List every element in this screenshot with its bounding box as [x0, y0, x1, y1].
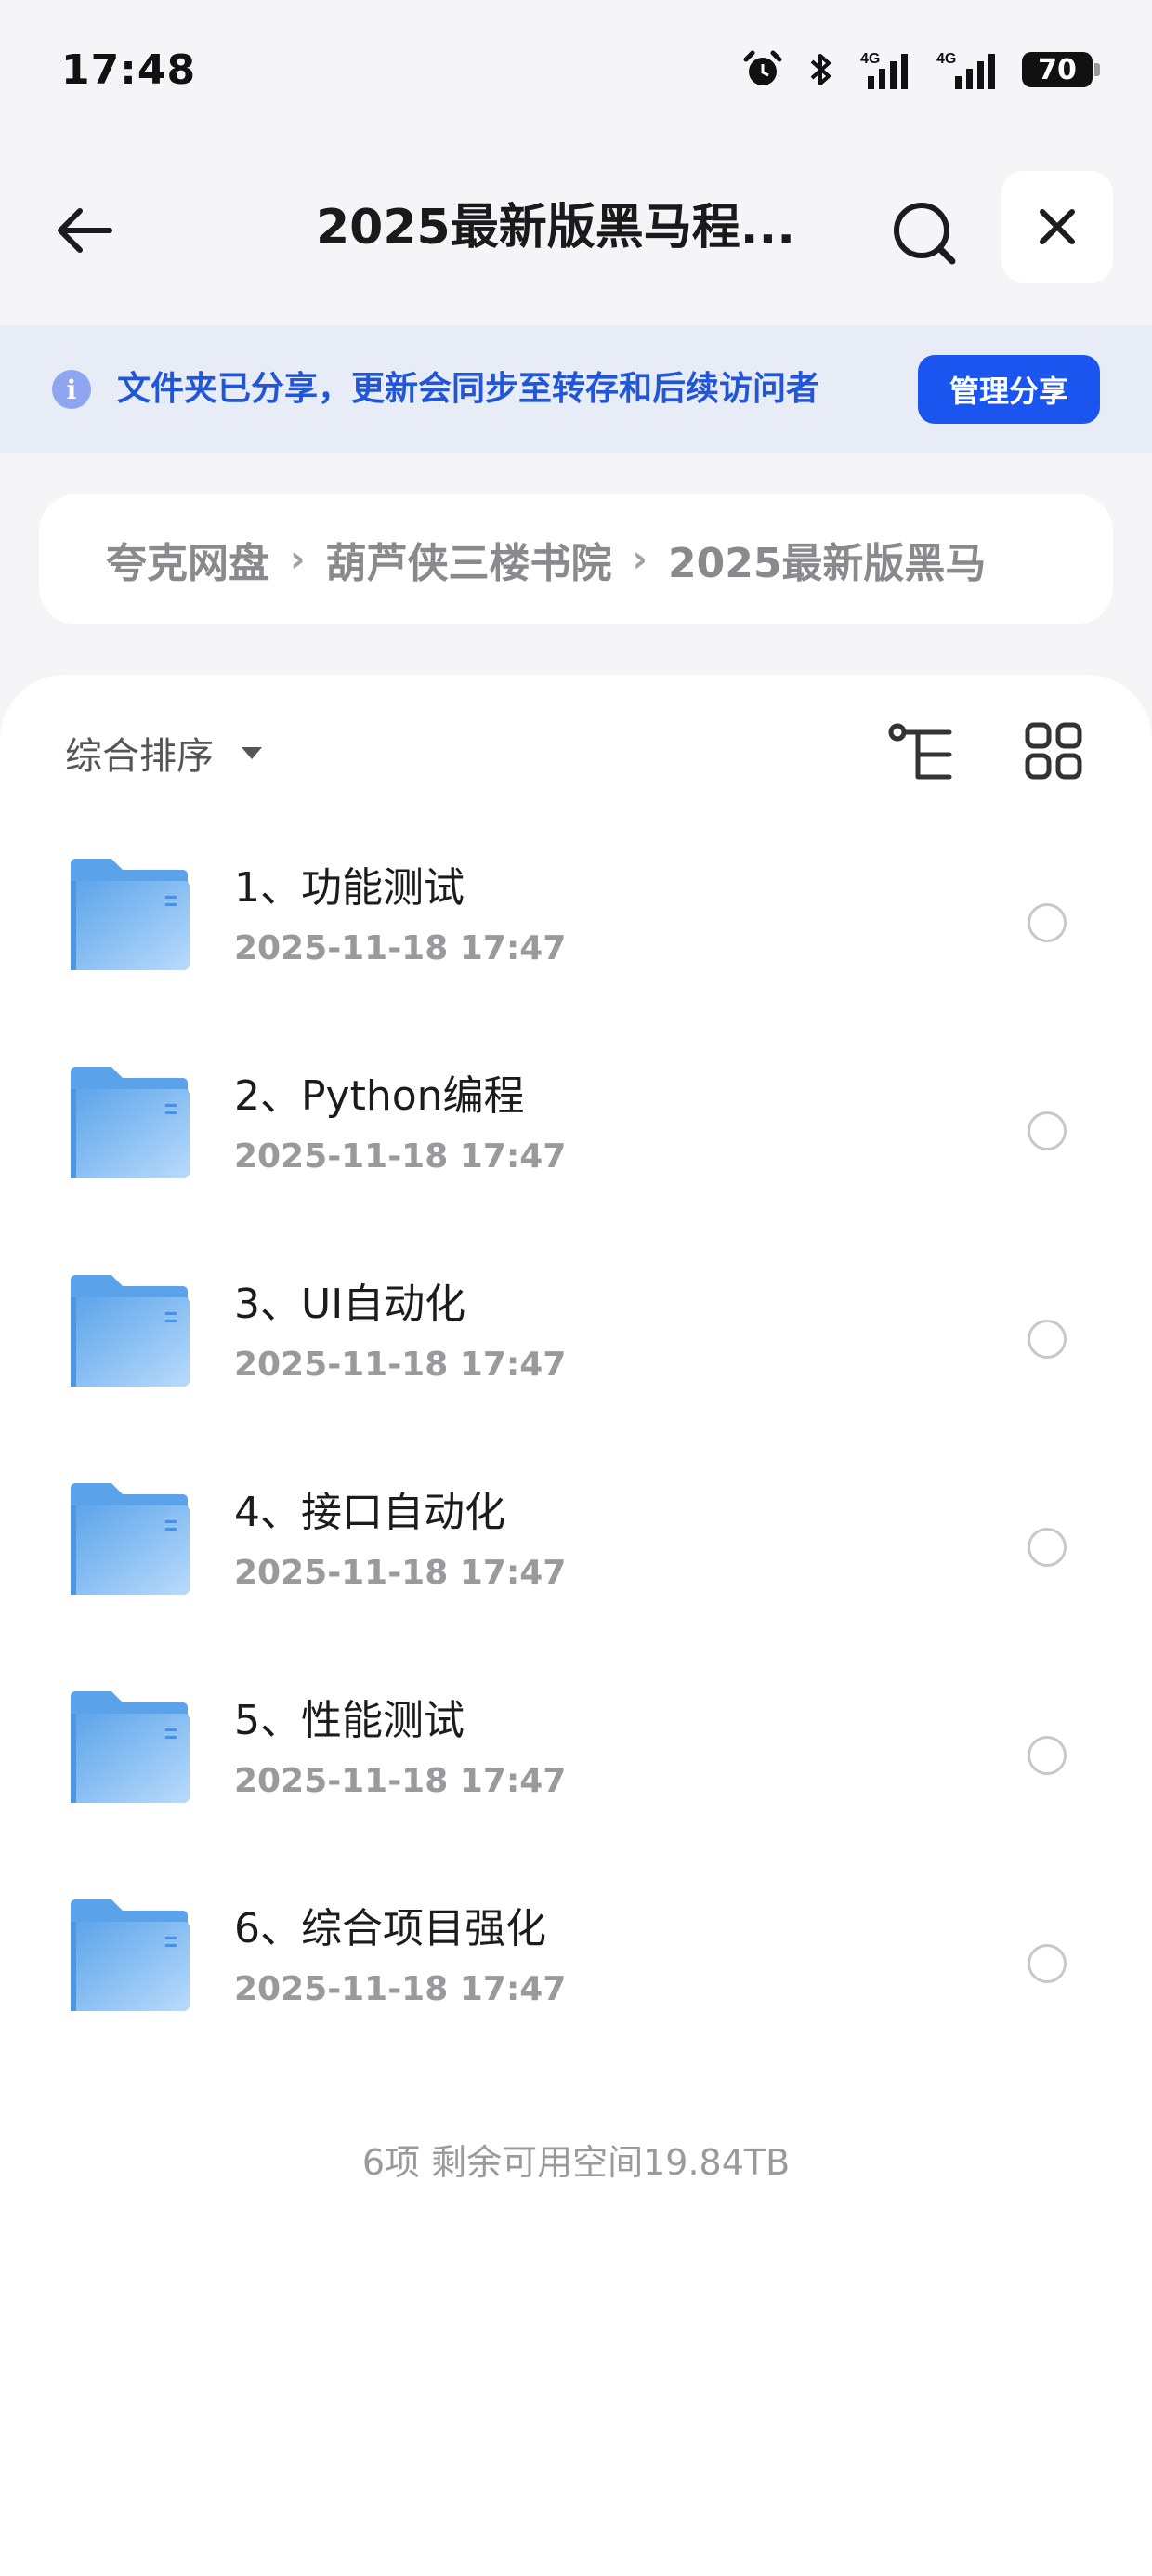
sort-label: 综合排序 [65, 735, 214, 778]
file-date: 2025-11-18 17:47 [234, 1346, 567, 1384]
list-item[interactable]: 5、性能测试 2025-11-18 17:47 [0, 1647, 1152, 1855]
list-item[interactable]: 6、综合项目强化 2025-11-18 17:47 [0, 1855, 1152, 2063]
breadcrumb-item-root[interactable]: 夸克网盘 [106, 530, 269, 589]
file-name: 5、性能测试 [234, 1697, 465, 1744]
file-list: 1、功能测试 2025-11-18 17:47 2、Python编程 2025-… [0, 814, 1152, 2063]
tree-view-icon [888, 723, 952, 780]
back-button[interactable] [48, 193, 123, 268]
grid-view-icon [1025, 722, 1082, 780]
file-name: 4、接口自动化 [234, 1489, 505, 1536]
svg-text:4G: 4G [860, 51, 880, 67]
folder-icon [71, 1899, 190, 2011]
close-icon [1040, 209, 1075, 244]
list-item[interactable]: 4、接口自动化 2025-11-18 17:47 [0, 1439, 1152, 1647]
bluetooth-icon [810, 54, 831, 85]
select-radio[interactable] [1028, 1111, 1067, 1150]
search-button[interactable] [884, 193, 966, 275]
status-bar: 17:48 4G 4G 70 [0, 0, 1152, 139]
file-name: 3、UI自动化 [234, 1281, 466, 1328]
status-time: 17:48 [61, 46, 197, 94]
arrow-left-icon [58, 208, 112, 253]
folder-icon [71, 859, 190, 970]
close-button[interactable] [1001, 171, 1113, 283]
file-list-panel: 综合排序 1、功能测试 2025-11-18 17:47 2、Python编程 … [0, 675, 1152, 2576]
storage-summary: 6项 剩余可用空间19.84TB [361, 2142, 791, 2183]
sort-dropdown[interactable]: 综合排序 [65, 725, 262, 781]
breadcrumb: 夸克网盘 › 葫芦侠三楼书院 › 2025最新版黑马 [39, 494, 1113, 624]
page-title: 2025最新版黑马程... [316, 200, 795, 256]
svg-text:4G: 4G [936, 51, 956, 67]
share-banner: i 文件夹已分享，更新会同步至转存和后续访问者 管理分享 [0, 325, 1152, 453]
folder-icon [71, 1275, 190, 1387]
list-item[interactable]: 3、UI自动化 2025-11-18 17:47 [0, 1230, 1152, 1439]
battery-indicator: 70 [1022, 52, 1100, 87]
grid-view-button[interactable] [1024, 721, 1083, 781]
alarm-icon [743, 50, 782, 85]
select-radio[interactable] [1028, 1944, 1067, 1983]
file-name: 6、综合项目强化 [234, 1905, 546, 1952]
file-name: 1、功能测试 [234, 864, 465, 912]
folder-icon [71, 1483, 190, 1595]
file-date: 2025-11-18 17:47 [234, 1762, 567, 1800]
breadcrumb-separator: › [632, 538, 648, 581]
tree-view-button[interactable] [888, 721, 955, 788]
search-icon [894, 203, 956, 265]
header: 2025最新版黑马程... [0, 167, 1152, 288]
breadcrumb-item-current[interactable]: 2025最新版黑马 [668, 530, 986, 589]
list-item[interactable]: 2、Python编程 2025-11-18 17:47 [0, 1022, 1152, 1230]
breadcrumb-item-parent[interactable]: 葫芦侠三楼书院 [325, 530, 611, 589]
file-date: 2025-11-18 17:47 [234, 1554, 567, 1592]
caret-down-icon [242, 746, 262, 759]
signal-4g-icon: 4G [860, 51, 908, 89]
signal-4g-icon: 4G [936, 51, 995, 89]
breadcrumb-separator: › [290, 538, 306, 581]
file-date: 2025-11-18 17:47 [234, 1970, 567, 2008]
select-radio[interactable] [1028, 1736, 1067, 1775]
share-banner-text: 文件夹已分享，更新会同步至转存和后续访问者 [117, 370, 820, 408]
file-date: 2025-11-18 17:47 [234, 929, 567, 967]
folder-icon [71, 1067, 190, 1178]
select-radio[interactable] [1028, 903, 1067, 942]
folder-icon [71, 1691, 190, 1803]
list-item[interactable]: 1、功能测试 2025-11-18 17:47 [0, 814, 1152, 1022]
file-name: 2、Python编程 [234, 1072, 525, 1120]
info-icon: i [52, 370, 91, 409]
select-radio[interactable] [1028, 1320, 1067, 1359]
manage-share-button[interactable]: 管理分享 [918, 355, 1100, 424]
select-radio[interactable] [1028, 1528, 1067, 1567]
battery-level: 70 [1038, 53, 1077, 86]
file-date: 2025-11-18 17:47 [234, 1137, 567, 1176]
status-icons: 4G 4G 70 [741, 48, 1100, 91]
